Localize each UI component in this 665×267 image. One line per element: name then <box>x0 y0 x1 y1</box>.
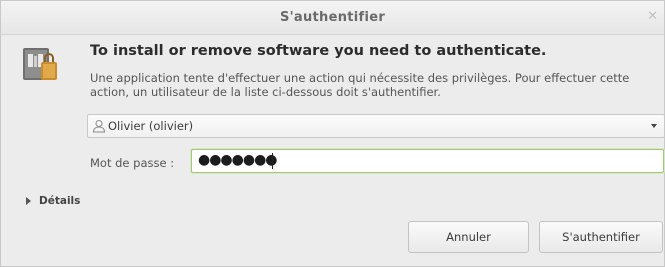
user-select-dropdown[interactable]: Olivier (olivier) <box>87 114 665 138</box>
auth-dialog-window: S'authentifier ✕ To install or remove so… <box>0 0 665 267</box>
password-masked-value: ●●●●●●● <box>198 152 278 168</box>
password-label: Mot de passe : <box>90 156 175 170</box>
close-icon[interactable]: ✕ <box>647 9 658 24</box>
user-icon <box>92 120 106 133</box>
text-caret <box>272 153 273 169</box>
details-label: Détails <box>39 195 81 207</box>
dialog-heading: To install or remove software you need t… <box>90 43 547 59</box>
password-field[interactable]: ●●●●●●● <box>191 149 664 173</box>
selected-user-label: Olivier (olivier) <box>108 119 194 133</box>
title-bar[interactable]: S'authentifier ✕ <box>1 1 664 35</box>
expander-arrow-icon <box>26 197 31 205</box>
cancel-button[interactable]: Annuler <box>408 221 529 253</box>
package-lock-icon <box>23 48 57 80</box>
dialog-description: Une application tente d'effectuer une ac… <box>90 71 630 99</box>
window-title: S'authentifier <box>279 10 386 25</box>
authenticate-button[interactable]: S'authentifier <box>539 221 663 253</box>
chevron-down-icon <box>651 124 657 128</box>
